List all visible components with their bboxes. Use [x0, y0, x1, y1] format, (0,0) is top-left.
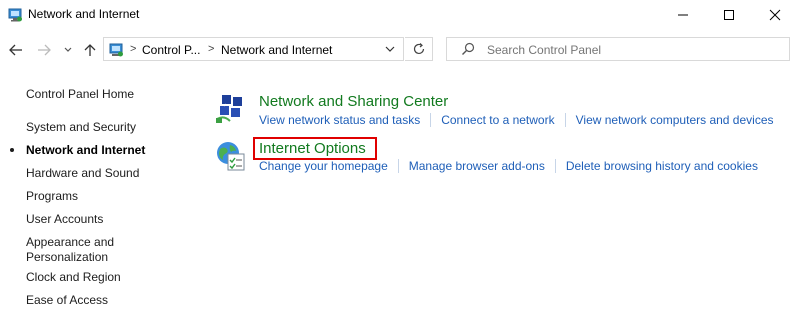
- link-view-network-status[interactable]: View network status and tasks: [259, 113, 420, 127]
- sidebar-item-user-accounts[interactable]: User Accounts: [26, 212, 103, 227]
- sidebar-item-programs[interactable]: Programs: [26, 189, 78, 204]
- minimize-button[interactable]: [660, 0, 706, 30]
- chevron-down-icon: [385, 46, 395, 52]
- link-connect-to-network[interactable]: Connect to a network: [441, 113, 554, 127]
- navigation-bar: > Control P... > Network and Internet: [0, 31, 798, 69]
- arrow-left-icon: [9, 44, 22, 56]
- highlight-box: [253, 137, 377, 160]
- maximize-button[interactable]: [706, 0, 752, 30]
- link-separator: [430, 113, 432, 127]
- chevron-down-icon: [64, 47, 72, 52]
- refresh-icon: [413, 43, 424, 55]
- search-input[interactable]: [487, 43, 777, 57]
- arrow-up-icon: [84, 44, 96, 56]
- sidebar-item-ease-of-access[interactable]: Ease of Access: [26, 293, 108, 308]
- link-change-homepage[interactable]: Change your homepage: [259, 159, 388, 173]
- link-manage-addons[interactable]: Manage browser add-ons: [409, 159, 545, 173]
- address-bar[interactable]: > Control P... > Network and Internet: [103, 37, 404, 61]
- breadcrumb-control-panel[interactable]: Control P...: [142, 43, 200, 57]
- sidebar-item-clock-region[interactable]: Clock and Region: [26, 270, 121, 285]
- refresh-button[interactable]: [405, 37, 433, 61]
- recent-locations-button[interactable]: [58, 40, 78, 60]
- sidebar-item-hardware-sound[interactable]: Hardware and Sound: [26, 166, 139, 181]
- breadcrumb-network-internet[interactable]: Network and Internet: [221, 43, 332, 57]
- breadcrumb-separator-icon[interactable]: >: [208, 43, 214, 55]
- link-delete-browsing-history[interactable]: Delete browsing history and cookies: [566, 159, 758, 173]
- link-view-network-computers[interactable]: View network computers and devices: [576, 113, 774, 127]
- sidebar-item-appearance[interactable]: Appearance and Personalization: [26, 235, 126, 265]
- arrow-right-icon: [38, 44, 51, 56]
- link-separator: [397, 159, 399, 173]
- breadcrumb-separator-icon[interactable]: >: [130, 43, 136, 55]
- category-links: Change your homepage Manage browser add-…: [259, 159, 758, 173]
- search-box[interactable]: [446, 37, 790, 61]
- window-title: Network and Internet: [28, 7, 140, 21]
- up-button[interactable]: [80, 40, 100, 60]
- address-dropdown-button[interactable]: [381, 40, 399, 58]
- control-panel-icon: [108, 42, 124, 58]
- link-separator: [564, 113, 566, 127]
- back-button[interactable]: [6, 40, 26, 60]
- network-sharing-icon: [214, 93, 248, 127]
- category-title[interactable]: Network and Sharing Center: [259, 93, 448, 110]
- category-links: View network status and tasks Connect to…: [259, 113, 774, 127]
- sidebar-item-system-security[interactable]: System and Security: [26, 120, 136, 135]
- sidebar-control-panel-home[interactable]: Control Panel Home: [26, 87, 134, 102]
- forward-button[interactable]: [34, 40, 54, 60]
- sidebar-item-network-internet: Network and Internet: [26, 143, 146, 157]
- active-bullet-icon: [10, 148, 14, 152]
- control-panel-icon: [7, 7, 23, 23]
- link-separator: [554, 159, 556, 173]
- internet-options-icon: [214, 140, 248, 174]
- close-button[interactable]: [752, 0, 798, 30]
- search-icon: [461, 42, 475, 56]
- title-bar: Network and Internet: [0, 0, 798, 30]
